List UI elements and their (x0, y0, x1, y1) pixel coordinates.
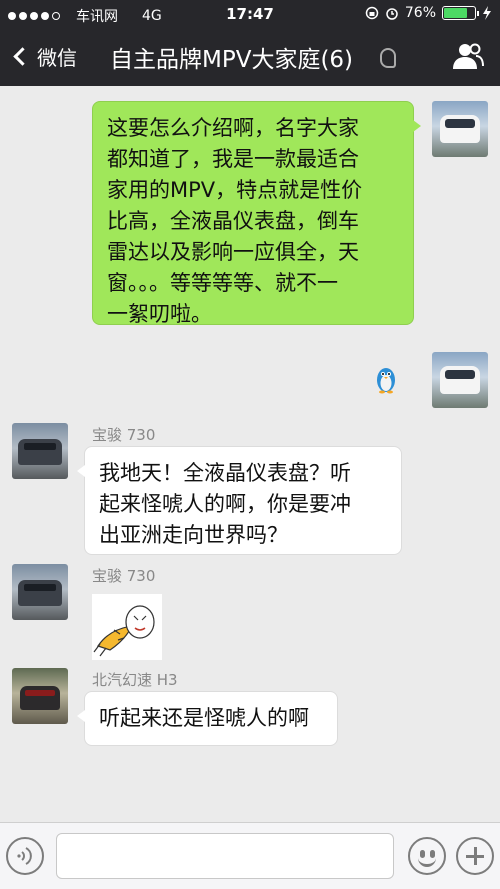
message-line: 比高，全液晶仪表盘，倒车 (107, 209, 359, 233)
message-line: 一絮叨啦。 (107, 302, 212, 326)
back-button[interactable]: 微信 (10, 42, 77, 71)
bowing-cartoon-sticker[interactable] (92, 594, 162, 660)
more-options-button[interactable] (456, 837, 494, 875)
emoji-eye (420, 850, 425, 858)
sender-name: 宝骏 730 (92, 426, 156, 444)
my-avatar[interactable] (432, 352, 488, 408)
sender-name: 北汽幻速 H3 (92, 671, 178, 689)
emoji-button[interactable] (408, 837, 446, 875)
message-line: 听起来还是怪唬人的啊 (99, 706, 309, 730)
alarm-icon (386, 8, 398, 20)
received-message-bubble[interactable]: 听起来还是怪唬人的啊 (77, 691, 338, 746)
message-line: 家用的MPV，特点就是性价 (107, 178, 363, 202)
message-line: 这要怎么介绍啊，名字大家 (107, 116, 359, 140)
message-input[interactable] (56, 833, 394, 879)
battery-percent: 76% (404, 5, 436, 21)
charging-icon (483, 6, 491, 20)
message-line: 出亚洲走向世界吗？ (99, 523, 288, 547)
voice-wave-icon (17, 847, 32, 865)
sender-name: 宝骏 730 (92, 567, 156, 585)
message-line: 窗。。。等等等等、就不一 (107, 271, 338, 295)
my-avatar[interactable] (432, 101, 488, 157)
penguin-sticker[interactable] (374, 362, 398, 394)
battery-fill (444, 8, 467, 18)
my-message-bubble[interactable]: 这要怎么介绍啊，名字大家 都知道了，我是一款最适合 家用的MPV，特点就是性价 … (92, 101, 421, 326)
rotation-lock-icon (365, 6, 379, 20)
message-line: 我地天！全液晶仪表盘？听 (99, 461, 351, 485)
chevron-left-icon (13, 47, 32, 66)
sender-avatar[interactable] (12, 564, 68, 620)
nav-bar: 微信 自主品牌MPV大家庭(6) (0, 28, 500, 86)
sender-avatar[interactable] (12, 423, 68, 479)
chat-title: 自主品牌MPV大家庭(6) (110, 47, 354, 73)
message-line: 起来怪唬人的啊，你是要冲 (99, 492, 351, 516)
received-message-bubble[interactable]: 我地天！全液晶仪表盘？听 起来怪唬人的啊，你是要冲 出亚洲走向世界吗？ (77, 446, 402, 555)
voice-input-button[interactable] (6, 837, 44, 875)
status-bar: 车讯网 4G 17:47 76% (0, 0, 500, 28)
top-bar: 车讯网 4G 17:47 76% 微信 自主品牌MPV大家庭(6) (0, 0, 500, 86)
battery-icon (442, 6, 479, 20)
emoji-mouth (418, 858, 436, 867)
sender-avatar[interactable] (12, 668, 68, 724)
input-bar (0, 822, 500, 889)
group-members-icon[interactable] (452, 42, 484, 70)
emoji-eye (430, 850, 435, 858)
message-line: 都知道了，我是一款最适合 (107, 147, 359, 171)
back-label: 微信 (37, 46, 77, 70)
message-line: 雷达以及影响一应俱全，天 (107, 240, 359, 264)
ear-icon (380, 48, 396, 68)
